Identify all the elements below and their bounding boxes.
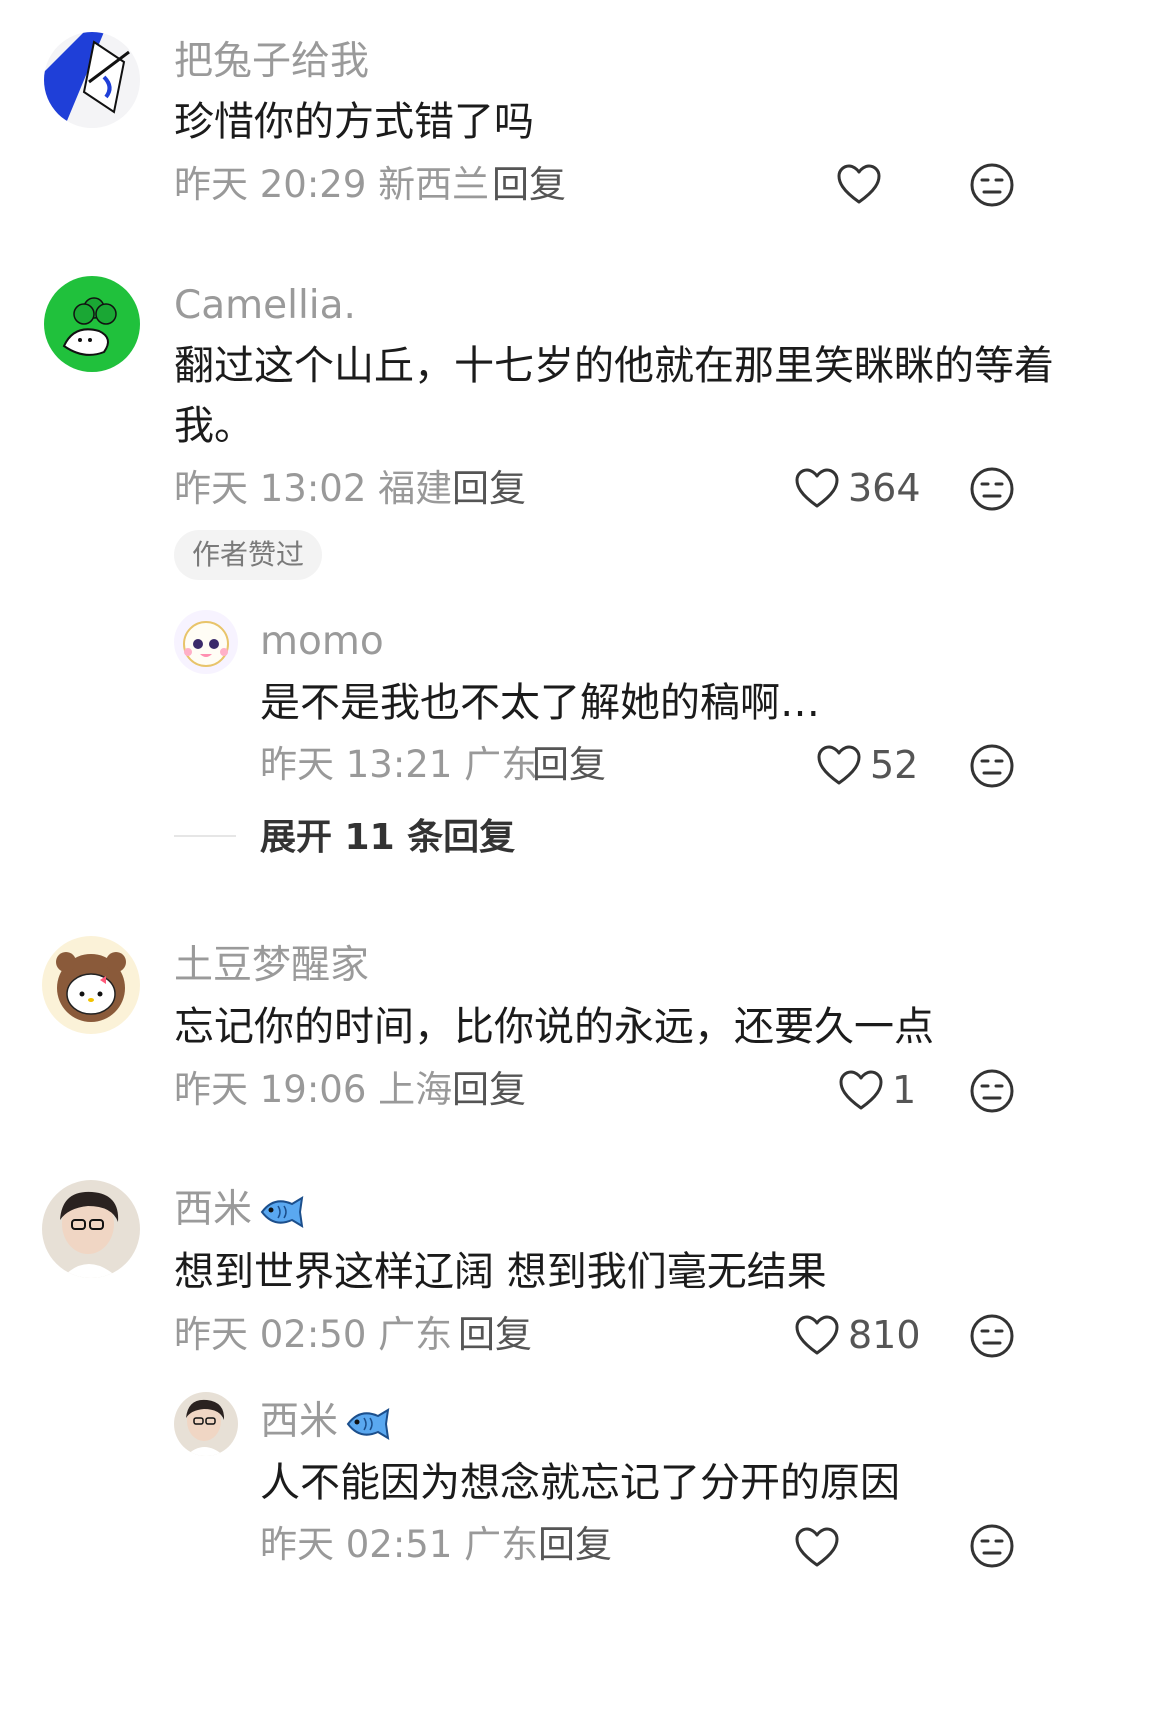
dislike-button[interactable] bbox=[968, 465, 1016, 513]
avatar[interactable] bbox=[44, 276, 140, 372]
reply-button[interactable]: 回复 bbox=[458, 1316, 532, 1353]
reply-meta: 昨天 13:21 广东 bbox=[260, 743, 539, 786]
dislike-button[interactable] bbox=[968, 742, 1016, 790]
reply-text: 是不是我也不太了解她的稿啊… bbox=[260, 680, 820, 726]
heart-icon bbox=[817, 745, 861, 785]
reply-meta: 昨天 02:51 广东 bbox=[260, 1523, 539, 1566]
meh-face-icon bbox=[970, 1524, 1014, 1568]
fish-badge-icon bbox=[346, 1407, 390, 1440]
meh-face-icon bbox=[970, 1314, 1014, 1358]
like-button[interactable]: 52 bbox=[816, 744, 918, 786]
like-count: 810 bbox=[848, 1313, 921, 1357]
divider bbox=[174, 835, 236, 837]
comment-text: 珍惜你的方式错了吗 bbox=[174, 99, 534, 145]
meh-face-icon bbox=[970, 467, 1014, 511]
like-button[interactable]: 1 bbox=[838, 1069, 916, 1111]
reply-button[interactable]: 回复 bbox=[492, 166, 566, 203]
meh-face-icon bbox=[970, 744, 1014, 788]
meh-face-icon bbox=[970, 163, 1014, 207]
heart-icon bbox=[795, 1527, 839, 1567]
comment-text: 想到世界这样辽阔 想到我们毫无结果 bbox=[174, 1249, 827, 1295]
comment-meta: 昨天 19:06 上海 bbox=[174, 1068, 453, 1111]
reply-button[interactable]: 回复 bbox=[452, 470, 526, 507]
dislike-button[interactable] bbox=[968, 1522, 1016, 1570]
reply-button[interactable]: 回复 bbox=[452, 1071, 526, 1108]
like-count: 1 bbox=[892, 1068, 917, 1112]
username[interactable]: 把兔子给我 bbox=[174, 42, 369, 81]
heart-icon bbox=[795, 1315, 839, 1355]
author-liked-badge: 作者赞过 bbox=[174, 530, 323, 580]
username[interactable]: 西米 bbox=[174, 1190, 306, 1230]
avatar[interactable] bbox=[42, 936, 140, 1034]
like-button[interactable]: 810 bbox=[794, 1314, 921, 1356]
comment-meta: 昨天 20:29 新西兰 bbox=[174, 163, 490, 206]
dislike-button[interactable] bbox=[968, 1312, 1016, 1360]
like-button[interactable]: 364 bbox=[794, 467, 921, 509]
expand-replies-button[interactable]: 展开 11 条回复 bbox=[260, 820, 515, 856]
reply-text: 人不能因为想念就忘记了分开的原因 bbox=[260, 1460, 900, 1506]
like-button[interactable] bbox=[794, 1526, 840, 1568]
reply-button[interactable]: 回复 bbox=[532, 746, 606, 783]
avatar[interactable] bbox=[174, 610, 238, 674]
username-text: 西米 bbox=[260, 1399, 339, 1444]
username-text: 西米 bbox=[174, 1187, 253, 1232]
heart-icon bbox=[839, 1070, 883, 1110]
comment-meta: 昨天 02:50 广东 bbox=[174, 1313, 453, 1356]
heart-icon bbox=[837, 164, 881, 204]
avatar[interactable] bbox=[42, 1180, 140, 1278]
like-button[interactable] bbox=[836, 163, 882, 205]
comment-meta: 昨天 13:02 福建 bbox=[174, 467, 453, 510]
reply-button[interactable]: 回复 bbox=[538, 1526, 612, 1563]
meh-face-icon bbox=[970, 1069, 1014, 1113]
comment-text: 忘记你的时间，比你说的永远，还要久一点 bbox=[174, 1004, 934, 1050]
username[interactable]: Camellia. bbox=[174, 286, 356, 325]
fish-badge-icon bbox=[260, 1195, 304, 1228]
like-count: 52 bbox=[870, 743, 919, 787]
dislike-button[interactable] bbox=[968, 1067, 1016, 1115]
avatar[interactable] bbox=[44, 32, 140, 128]
username[interactable]: momo bbox=[260, 622, 384, 661]
avatar[interactable] bbox=[174, 1392, 238, 1456]
comment-text-continued: 我。 bbox=[174, 403, 254, 449]
comment-text: 翻过这个山丘，十七岁的他就在那里笑眯眯的等着 bbox=[174, 343, 1054, 389]
like-count: 364 bbox=[848, 466, 921, 510]
dislike-button[interactable] bbox=[968, 161, 1016, 209]
username[interactable]: 西米 bbox=[260, 1402, 392, 1442]
username[interactable]: 土豆梦醒家 bbox=[174, 946, 369, 985]
heart-icon bbox=[795, 468, 839, 508]
